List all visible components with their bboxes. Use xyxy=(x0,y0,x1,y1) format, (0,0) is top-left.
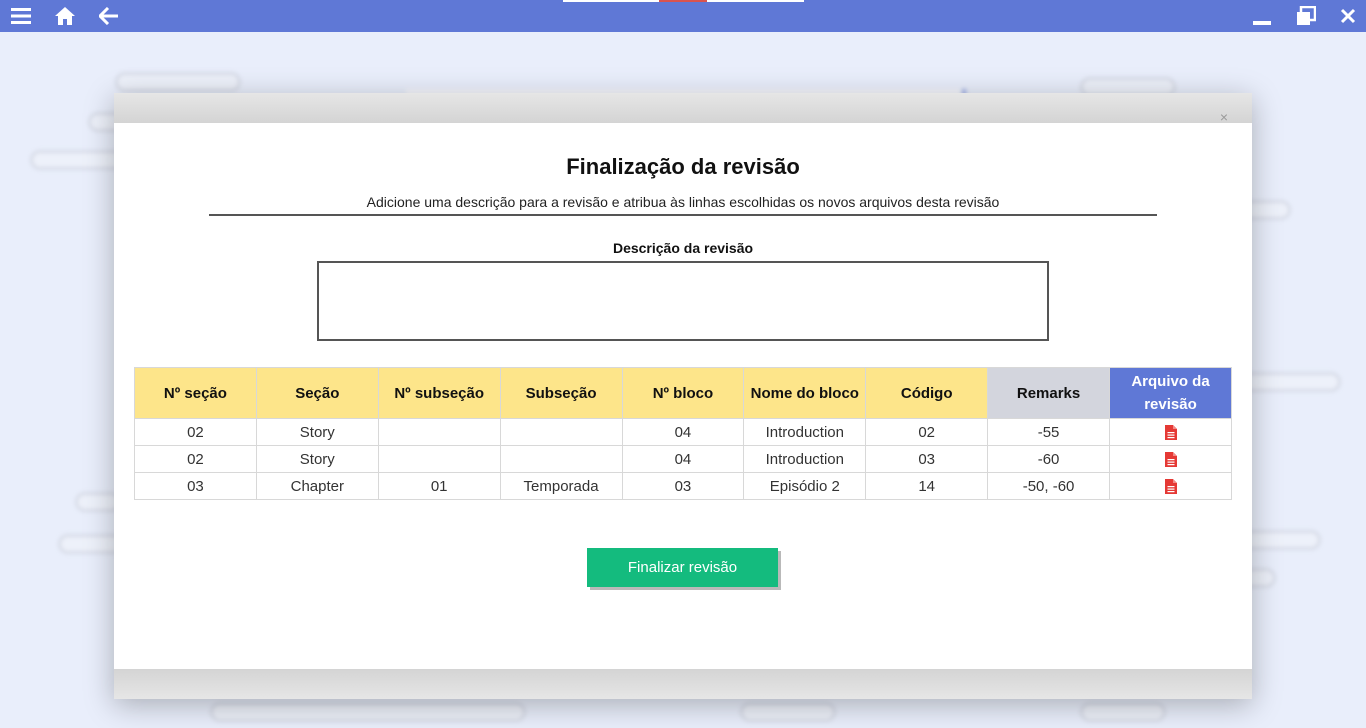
cell-bloco-nome: Episódio 2 xyxy=(743,472,867,500)
column-header: Remarks xyxy=(987,367,1110,419)
minimize-icon[interactable] xyxy=(1251,5,1273,27)
modal-footer xyxy=(114,669,1252,699)
table-row: 03 Chapter 01 Temporada 03 Episódio 2 14… xyxy=(134,472,1232,500)
cell-bloco-num: 04 xyxy=(621,445,745,473)
cell-remarks: -60 xyxy=(987,445,1110,473)
cell-codigo: 03 xyxy=(865,445,989,473)
tab-indicator xyxy=(707,0,804,2)
finalize-revision-button[interactable]: Finalizar revisão xyxy=(587,548,778,587)
cell-secao: Story xyxy=(255,445,379,473)
modal-title: Finalização da revisão xyxy=(566,154,800,179)
cell-bloco-num: 03 xyxy=(621,472,745,500)
column-header: Nº subseção xyxy=(377,367,501,419)
cell-arquivo xyxy=(1109,445,1232,473)
modal-header: × xyxy=(114,93,1252,125)
column-header: Código xyxy=(865,367,989,419)
column-header: Seção xyxy=(255,367,379,419)
tab-strip xyxy=(563,0,804,2)
cell-arquivo xyxy=(1109,418,1232,446)
column-header: Nº seção xyxy=(134,367,257,419)
column-header: Subseção xyxy=(499,367,623,419)
back-arrow-icon[interactable] xyxy=(98,5,120,27)
tab-indicator xyxy=(563,0,659,2)
revision-table: Nº seção Seção Nº subseção Subseção Nº b… xyxy=(134,367,1232,500)
background-pill xyxy=(1240,530,1321,550)
cell-secao-num: 02 xyxy=(134,418,257,446)
cell-subsecao-num: 01 xyxy=(377,472,501,500)
cell-subsecao: Temporada xyxy=(499,472,623,500)
cell-subsecao-num xyxy=(377,418,501,446)
cell-subsecao xyxy=(499,445,623,473)
background-pill xyxy=(210,702,526,722)
app-top-bar xyxy=(0,0,1366,32)
background-pill xyxy=(1080,702,1166,722)
cell-bloco-num: 04 xyxy=(621,418,745,446)
table-row: 02 Story 04 Introduction 03 -60 xyxy=(134,445,1232,473)
cell-bloco-nome: Introduction xyxy=(743,445,867,473)
cell-codigo: 14 xyxy=(865,472,989,500)
table-row: 02 Story 04 Introduction 02 -55 xyxy=(134,418,1232,446)
cell-bloco-nome: Introduction xyxy=(743,418,867,446)
background-pill xyxy=(115,72,241,92)
column-header: Nome do bloco xyxy=(743,367,867,419)
cell-subsecao xyxy=(499,418,623,446)
restore-icon[interactable] xyxy=(1295,5,1317,27)
cell-subsecao-num xyxy=(377,445,501,473)
description-label: Descrição da revisão xyxy=(612,240,754,256)
column-header: Nº bloco xyxy=(621,367,745,419)
pdf-file-icon[interactable] xyxy=(1164,479,1177,495)
menu-icon[interactable] xyxy=(10,5,32,27)
home-icon[interactable] xyxy=(54,5,76,27)
modal-body: Finalização da revisão Adicione uma desc… xyxy=(114,123,1252,669)
cell-remarks: -55 xyxy=(987,418,1110,446)
cell-remarks: -50, -60 xyxy=(987,472,1110,500)
pdf-file-icon[interactable] xyxy=(1164,425,1177,441)
cell-secao: Story xyxy=(255,418,379,446)
cell-secao-num: 02 xyxy=(134,445,257,473)
tab-indicator-active xyxy=(659,0,707,2)
cell-secao-num: 03 xyxy=(134,472,257,500)
pdf-file-icon[interactable] xyxy=(1164,452,1177,468)
cell-secao: Chapter xyxy=(255,472,379,500)
background-pill xyxy=(740,702,836,722)
column-header: Arquivo da revisão xyxy=(1109,367,1232,419)
close-icon[interactable] xyxy=(1337,5,1359,27)
modal-subtitle: Adicione uma descrição para a revisão e … xyxy=(209,194,1157,216)
cell-arquivo xyxy=(1109,472,1232,500)
cell-codigo: 02 xyxy=(865,418,989,446)
finalize-revision-modal: × Finalização da revisão Adicione uma de… xyxy=(114,93,1252,699)
table-header-row: Nº seção Seção Nº subseção Subseção Nº b… xyxy=(134,367,1232,419)
description-textarea[interactable] xyxy=(317,261,1049,341)
